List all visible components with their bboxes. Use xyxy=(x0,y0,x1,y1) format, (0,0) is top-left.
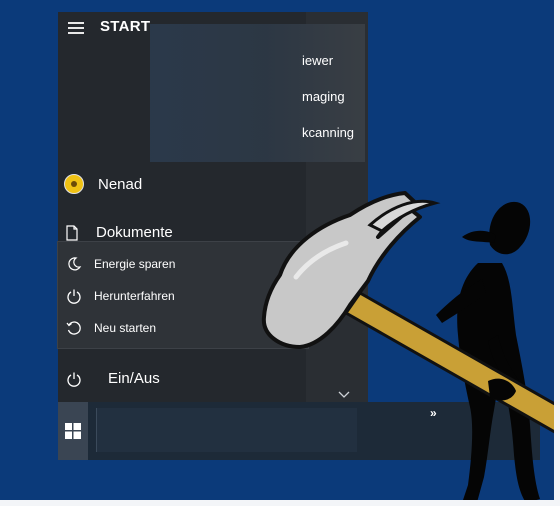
restart-icon xyxy=(66,321,81,335)
stick-figure-hammer-clipart xyxy=(261,191,560,506)
power-icon xyxy=(67,289,81,304)
shutdown-option[interactable]: Herunterfahren xyxy=(66,288,175,304)
app-list-item[interactable]: iewer xyxy=(302,53,333,68)
sleep-option[interactable]: Energie sparen xyxy=(66,256,175,272)
app-list-item[interactable]: kcanning xyxy=(302,125,354,140)
start-button[interactable] xyxy=(58,402,88,460)
hamburger-menu-icon[interactable] xyxy=(68,22,84,34)
document-icon xyxy=(66,224,78,241)
sleep-label: Energie sparen xyxy=(94,257,176,271)
user-account-item[interactable]: Nenad xyxy=(64,174,142,194)
moon-icon xyxy=(68,257,82,271)
shutdown-label: Herunterfahren xyxy=(94,289,175,303)
power-button-label: Ein/Aus xyxy=(108,370,160,387)
windows-logo-icon xyxy=(65,423,81,439)
stick-figure-head xyxy=(489,201,531,255)
start-title: START xyxy=(100,18,151,35)
user-name: Nenad xyxy=(98,175,143,193)
restart-option[interactable]: Neu starten xyxy=(66,320,156,336)
stick-figure-cap xyxy=(462,230,496,243)
power-button[interactable]: Ein/Aus xyxy=(66,370,160,387)
documents-label: Dokumente xyxy=(96,224,173,241)
power-icon xyxy=(67,372,81,387)
app-list-item[interactable]: maging xyxy=(302,89,345,104)
documents-item[interactable]: Dokumente xyxy=(66,224,173,241)
restart-label: Neu starten xyxy=(94,321,157,335)
avatar-sunflower-icon xyxy=(64,174,84,194)
